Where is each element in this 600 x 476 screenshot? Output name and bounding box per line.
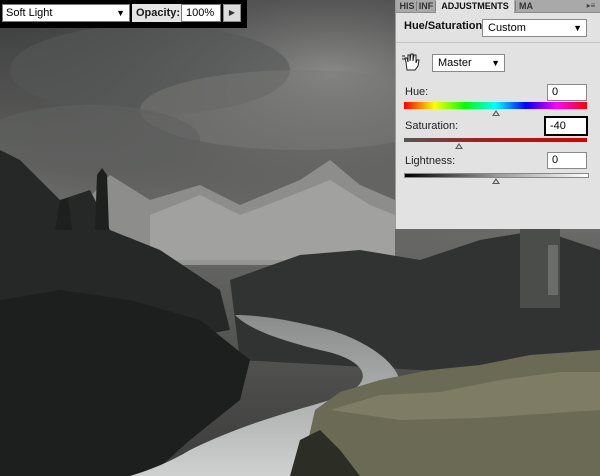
tab-history[interactable]: HIS bbox=[398, 0, 416, 12]
channel-value: Master bbox=[438, 57, 472, 69]
opacity-input[interactable]: 100% bbox=[181, 4, 221, 22]
preset-select[interactable]: Custom ▼ bbox=[482, 19, 587, 37]
hue-label: Hue: bbox=[405, 86, 429, 98]
saturation-slider-thumb[interactable] bbox=[454, 143, 463, 149]
triangle-right-icon: ▶ bbox=[228, 8, 236, 17]
lightness-input[interactable]: 0 bbox=[547, 152, 587, 169]
blend-mode-value: Soft Light bbox=[6, 7, 53, 19]
channel-select[interactable]: Master ▼ bbox=[432, 54, 505, 72]
hue-slider-thumb[interactable] bbox=[491, 110, 500, 116]
hue-input[interactable]: 0 bbox=[547, 84, 587, 101]
tab-masks[interactable]: MA bbox=[517, 0, 535, 12]
lightness-slider-thumb[interactable] bbox=[491, 178, 500, 184]
blend-mode-select[interactable]: Soft Light ▼ bbox=[2, 4, 130, 22]
chevron-down-icon: ▼ bbox=[573, 23, 582, 33]
lightness-label: Lightness: bbox=[405, 155, 456, 167]
chevron-down-icon: ▼ bbox=[491, 58, 500, 68]
panel-tab-bar: HIS INF ADJUSTMENTS MA ▸≡ bbox=[396, 0, 600, 13]
tab-separator bbox=[515, 1, 516, 11]
opacity-label: Opacity: bbox=[132, 4, 185, 22]
divider bbox=[396, 42, 600, 43]
targeted-adjustment-hand-icon[interactable] bbox=[401, 52, 421, 72]
hue-result-bar bbox=[404, 106, 587, 109]
layer-options-bar: Soft Light ▼ Opacity: 100% ▶ bbox=[0, 0, 247, 28]
panel-menu-icon[interactable]: ▸≡ bbox=[583, 1, 599, 11]
preset-value: Custom bbox=[488, 22, 526, 34]
saturation-input[interactable]: -40 bbox=[544, 116, 588, 136]
saturation-label: Saturation: bbox=[405, 120, 459, 132]
chevron-down-icon: ▼ bbox=[116, 8, 125, 18]
panel-title: Hue/Saturation bbox=[404, 20, 483, 32]
tab-adjustments[interactable]: ADJUSTMENTS bbox=[436, 0, 514, 13]
tab-info[interactable]: INF bbox=[417, 0, 435, 12]
saturation-slider-track[interactable] bbox=[404, 138, 587, 142]
opacity-stepper-button[interactable]: ▶ bbox=[223, 4, 241, 22]
